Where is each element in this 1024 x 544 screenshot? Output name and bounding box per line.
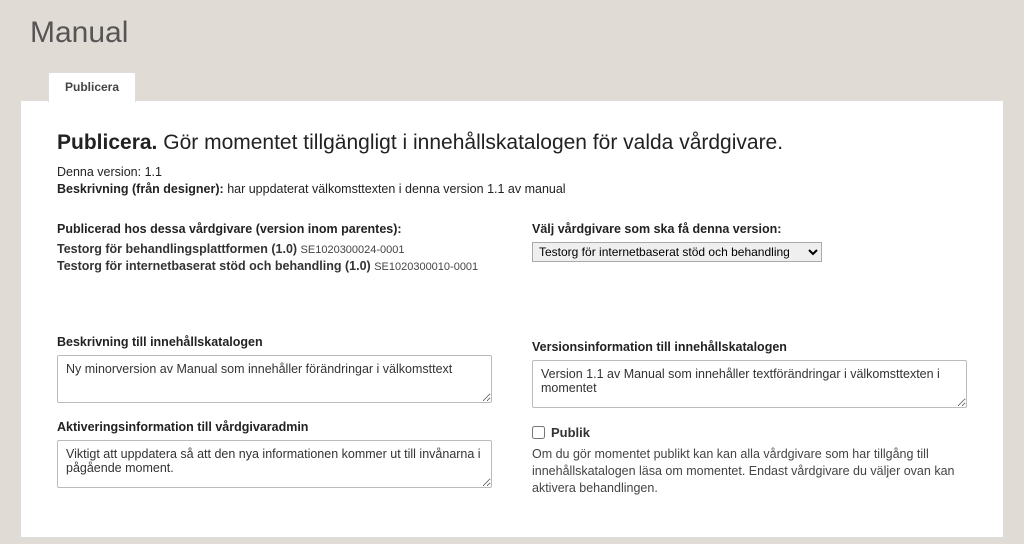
provider-select[interactable]: Testorg för internetbaserat stöd och beh… — [532, 242, 822, 262]
provider-name: Testorg för internetbaserat stöd och beh… — [57, 259, 371, 273]
version-info-input[interactable] — [532, 360, 967, 408]
public-label: Publik — [551, 425, 590, 440]
tab-publicera[interactable]: Publicera — [48, 72, 136, 102]
headline-rest: Gör momentet tillgängligt i innehållskat… — [163, 131, 783, 154]
publish-panel: Publicera. Gör momentet tillgängligt i i… — [20, 100, 1004, 538]
headline-lead: Publicera. — [57, 131, 157, 154]
provider-id: SE1020300024-0001 — [301, 244, 405, 256]
right-column: Välj vårdgivare som ska få denna version… — [532, 222, 967, 497]
public-checkbox[interactable] — [532, 426, 545, 439]
panel-headline: Publicera. Gör momentet tillgängligt i i… — [57, 131, 967, 155]
public-help-text: Om du gör momentet publikt kan kan alla … — [532, 446, 967, 497]
version-value: 1.1 — [145, 165, 162, 179]
version-info-label: Versionsinformation till innehållskatalo… — [532, 340, 967, 354]
published-heading: Publicerad hos dessa vårdgivare (version… — [57, 222, 492, 236]
provider-name: Testorg för behandlingsplattformen (1.0) — [57, 242, 297, 256]
description-label: Beskrivning (från designer): — [57, 182, 224, 196]
version-line: Denna version: 1.1 — [57, 165, 967, 179]
catalog-desc-label: Beskrivning till innehållskatalogen — [57, 335, 492, 349]
published-item: Testorg för internetbaserat stöd och beh… — [57, 259, 492, 273]
activation-info-label: Aktiveringsinformation till vårdgivaradm… — [57, 420, 492, 434]
description-value: har uppdaterat välkomsttexten i denna ve… — [227, 182, 565, 196]
description-line: Beskrivning (från designer): har uppdate… — [57, 182, 967, 196]
select-provider-heading: Välj vårdgivare som ska få denna version… — [532, 222, 967, 236]
version-label: Denna version: — [57, 165, 141, 179]
page-title: Manual — [0, 0, 1024, 72]
left-column: Publicerad hos dessa vårdgivare (version… — [57, 222, 492, 497]
catalog-desc-input[interactable] — [57, 355, 492, 403]
provider-id: SE1020300010-0001 — [374, 261, 478, 273]
activation-info-input[interactable] — [57, 440, 492, 488]
published-item: Testorg för behandlingsplattformen (1.0)… — [57, 242, 492, 256]
